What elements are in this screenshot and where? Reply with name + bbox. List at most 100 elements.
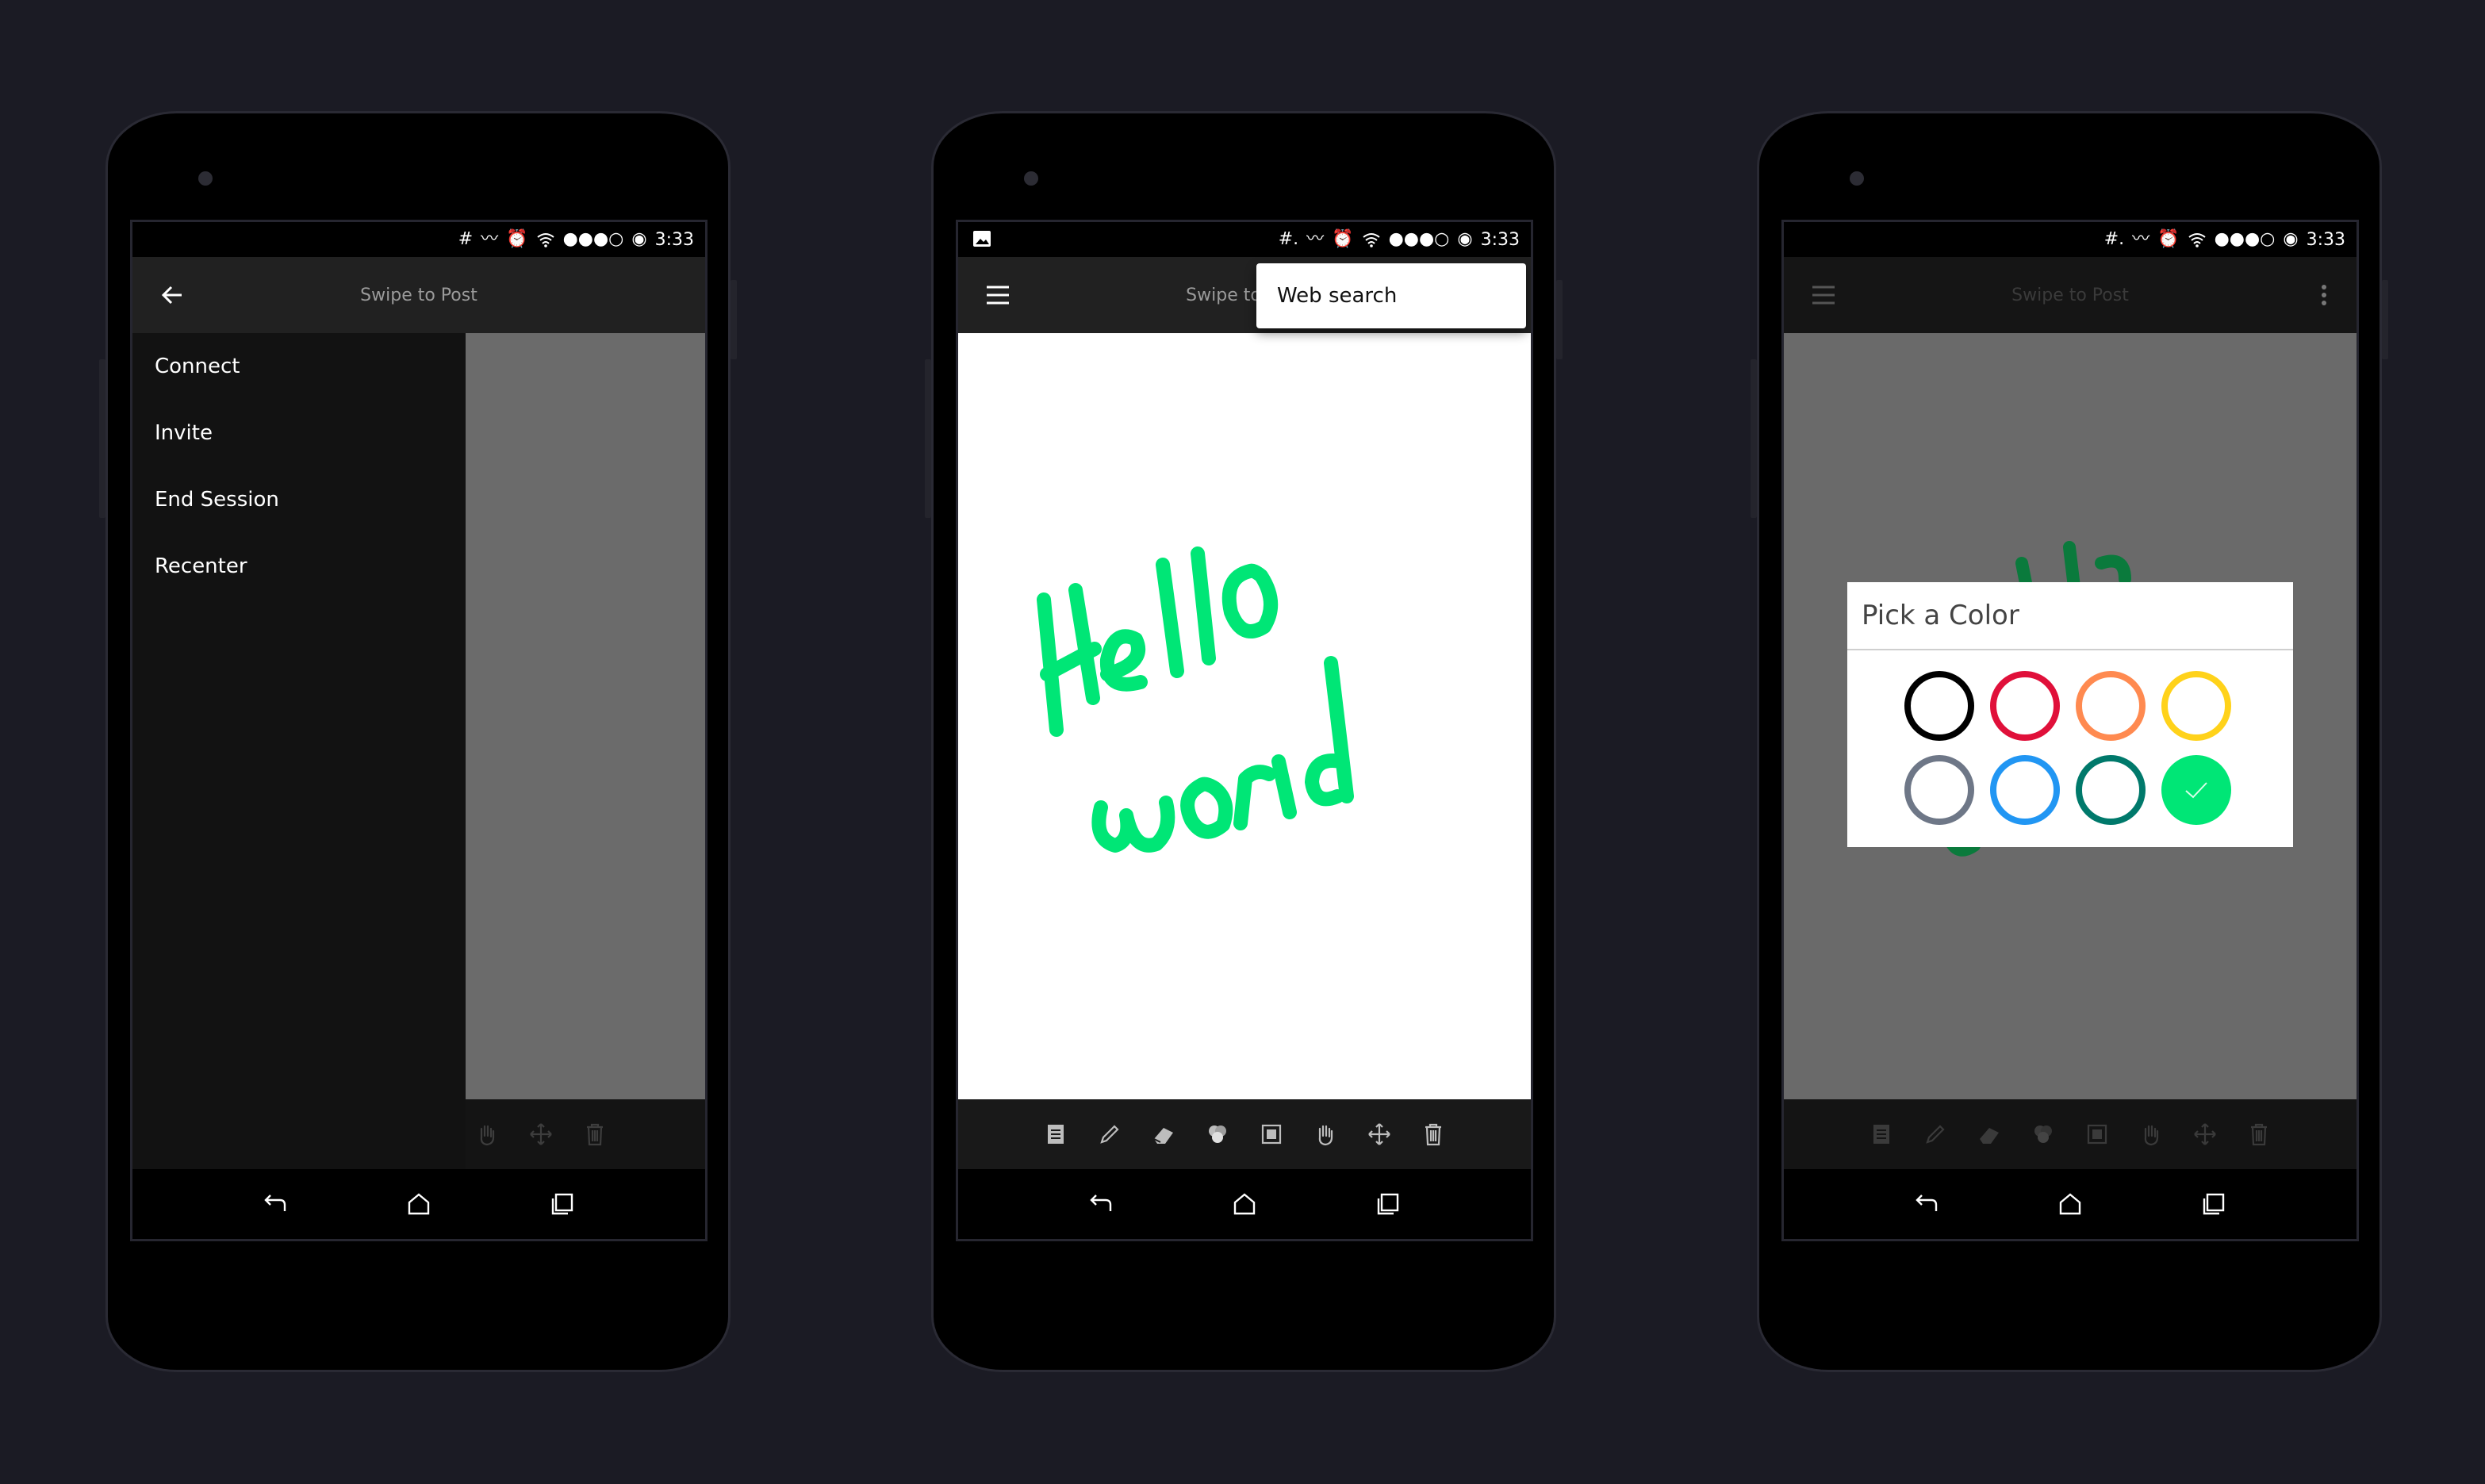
power-button: [1556, 280, 1563, 359]
activity-icon: 〰: [481, 229, 499, 249]
app-title: Swipe to Post: [2011, 285, 2129, 305]
power-button: [731, 280, 737, 359]
pencil-icon[interactable]: [1096, 1121, 1123, 1148]
drawer-item-end-session[interactable]: End Session: [132, 466, 466, 533]
back-icon[interactable]: [1908, 1185, 1946, 1223]
alarm-icon: ⏰: [2157, 229, 2180, 249]
color-swatch-grid: [1904, 671, 2231, 825]
recents-icon[interactable]: [1369, 1185, 1407, 1223]
color-swatch-gray[interactable]: [1904, 755, 1974, 825]
volume-button: [925, 359, 931, 518]
hashtag-icon: #.: [2103, 229, 2125, 249]
home-icon[interactable]: [2051, 1185, 2089, 1223]
color-swatch-orange[interactable]: [2076, 671, 2146, 741]
overflow-popup-menu: Web search: [1256, 263, 1526, 328]
battery-saver-icon: ◉: [2283, 229, 2299, 249]
hand-icon[interactable]: [474, 1121, 500, 1148]
signal-icon: ●●●○: [562, 229, 624, 249]
menu-icon[interactable]: [979, 276, 1017, 314]
color-palette-icon[interactable]: [2030, 1121, 2057, 1148]
drawing-toolbar: [958, 1099, 1531, 1169]
wifi-icon: [2188, 232, 2207, 247]
power-button: [2382, 280, 2388, 359]
system-nav-bar: [132, 1169, 705, 1239]
layers-icon[interactable]: [1258, 1121, 1285, 1148]
layers-icon[interactable]: [2084, 1121, 2111, 1148]
status-time: 3:33: [654, 229, 694, 250]
app-title: Swipe to Post: [360, 285, 477, 305]
front-camera: [1850, 171, 1864, 186]
home-icon[interactable]: [1225, 1185, 1264, 1223]
drawing-toolbar: [1784, 1099, 2357, 1169]
app-bar: Swipe to Post: [132, 257, 705, 333]
recents-icon[interactable]: [2195, 1185, 2233, 1223]
menu-item-web-search[interactable]: Web search: [1277, 284, 1397, 308]
back-arrow-icon[interactable]: [153, 276, 191, 314]
back-icon[interactable]: [256, 1185, 294, 1223]
screen: # 〰 ⏰ ●●●○ ◉ 3:33 Swipe to Post Connect …: [130, 220, 708, 1241]
color-swatch-teal[interactable]: [2076, 755, 2146, 825]
back-icon[interactable]: [1082, 1185, 1120, 1223]
menu-icon[interactable]: [1804, 276, 1843, 314]
move-icon[interactable]: [2192, 1121, 2218, 1148]
color-swatch-green[interactable]: [2161, 755, 2231, 825]
document-icon[interactable]: [1042, 1121, 1069, 1148]
hand-icon[interactable]: [1312, 1121, 1339, 1148]
document-icon[interactable]: [1868, 1121, 1895, 1148]
pencil-icon[interactable]: [1922, 1121, 1949, 1148]
signal-icon: ●●●○: [1388, 229, 1450, 249]
front-camera: [198, 171, 213, 186]
wifi-icon: [1362, 232, 1381, 247]
activity-icon: 〰: [1306, 229, 1325, 249]
more-vert-icon[interactable]: [2312, 276, 2336, 314]
trash-icon[interactable]: [2245, 1121, 2272, 1148]
color-swatch-red[interactable]: [1990, 671, 2060, 741]
drawer-item-invite[interactable]: Invite: [132, 400, 466, 466]
color-swatch-black[interactable]: [1904, 671, 1974, 741]
image-notification-icon: [972, 230, 991, 247]
drawer-item-connect[interactable]: Connect: [132, 333, 466, 400]
status-bar: # 〰 ⏰ ●●●○ ◉ 3:33: [132, 222, 705, 257]
alarm-icon: ⏰: [1332, 229, 1354, 249]
color-picker-dialog: Pick a Color: [1847, 582, 2293, 847]
checkmark-icon: [2185, 782, 2207, 799]
battery-saver-icon: ◉: [631, 229, 647, 249]
hashtag-icon: #.: [1278, 229, 1299, 249]
activity-icon: 〰: [2132, 229, 2150, 249]
home-icon[interactable]: [400, 1185, 438, 1223]
color-swatch-yellow[interactable]: [2161, 671, 2231, 741]
volume-button: [99, 359, 105, 518]
status-time: 3:33: [1480, 229, 1520, 250]
phone-drawer-open: # 〰 ⏰ ●●●○ ◉ 3:33 Swipe to Post Connect …: [99, 111, 737, 1372]
hand-icon[interactable]: [2138, 1121, 2165, 1148]
status-time: 3:33: [2306, 229, 2345, 250]
eraser-icon[interactable]: [1976, 1121, 2003, 1148]
trash-icon[interactable]: [581, 1121, 608, 1148]
eraser-icon[interactable]: [1150, 1121, 1177, 1148]
system-nav-bar: [1784, 1169, 2357, 1239]
battery-saver-icon: ◉: [1457, 229, 1473, 249]
color-picker-title: Pick a Color: [1847, 582, 2293, 650]
alarm-icon: ⏰: [506, 229, 528, 249]
color-palette-icon[interactable]: [1204, 1121, 1231, 1148]
status-bar: #. 〰 ⏰ ●●●○ ◉ 3:33: [958, 222, 1531, 257]
phone-canvas-menu: #. 〰 ⏰ ●●●○ ◉ 3:33 Swipe to Post Web sea…: [925, 111, 1563, 1372]
drawer-item-recenter[interactable]: Recenter: [132, 533, 466, 600]
color-swatch-blue[interactable]: [1990, 755, 2060, 825]
screen: #. 〰 ⏰ ●●●○ ◉ 3:33 Swipe to Post: [956, 220, 1533, 1241]
recents-icon[interactable]: [543, 1185, 581, 1223]
move-icon[interactable]: [527, 1121, 554, 1148]
drawing-canvas[interactable]: [958, 333, 1531, 1099]
status-bar: #. 〰 ⏰ ●●●○ ◉ 3:33: [1784, 222, 2357, 257]
move-icon[interactable]: [1366, 1121, 1393, 1148]
wifi-icon: [536, 232, 555, 247]
navigation-drawer: Connect Invite End Session Recenter: [132, 333, 466, 1169]
front-camera: [1024, 171, 1038, 186]
app-bar: Swipe to Post: [1784, 257, 2357, 333]
screen: #. 〰 ⏰ ●●●○ ◉ 3:33 Swipe to Post: [1781, 220, 2359, 1241]
phone-color-picker: #. 〰 ⏰ ●●●○ ◉ 3:33 Swipe to Post Pick a …: [1751, 111, 2388, 1372]
trash-icon[interactable]: [1420, 1121, 1447, 1148]
hashtag-icon: #: [458, 229, 474, 249]
volume-button: [1751, 359, 1757, 518]
system-nav-bar: [958, 1169, 1531, 1239]
